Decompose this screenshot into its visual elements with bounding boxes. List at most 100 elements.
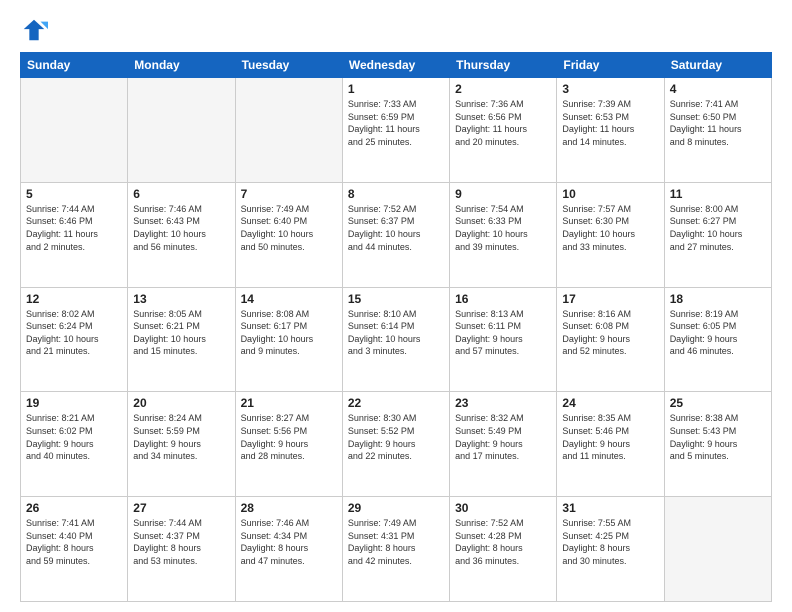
- day-number: 13: [133, 292, 229, 306]
- calendar-cell: 29 Sunrise: 7:49 AM Sunset: 4:31 PM Dayli…: [342, 497, 449, 602]
- day-info: Sunrise: 7:46 AM Sunset: 6:43 PM Dayligh…: [133, 203, 229, 253]
- day-number: 29: [348, 501, 444, 515]
- day-number: 30: [455, 501, 551, 515]
- calendar-cell: 31 Sunrise: 7:55 AM Sunset: 4:25 PM Dayli…: [557, 497, 664, 602]
- day-number: 28: [241, 501, 337, 515]
- calendar-cell: 28 Sunrise: 7:46 AM Sunset: 4:34 PM Dayli…: [235, 497, 342, 602]
- day-number: 4: [670, 82, 766, 96]
- calendar-cell: 21 Sunrise: 8:27 AM Sunset: 5:56 PM Dayli…: [235, 392, 342, 497]
- day-info: Sunrise: 7:49 AM Sunset: 4:31 PM Dayligh…: [348, 517, 444, 567]
- day-header-sunday: Sunday: [21, 53, 128, 78]
- day-number: 15: [348, 292, 444, 306]
- day-info: Sunrise: 7:44 AM Sunset: 4:37 PM Dayligh…: [133, 517, 229, 567]
- day-info: Sunrise: 7:54 AM Sunset: 6:33 PM Dayligh…: [455, 203, 551, 253]
- calendar-cell: 5Sunrise: 7:44 AM Sunset: 6:46 PM Daylig…: [21, 182, 128, 287]
- calendar-cell: 15 Sunrise: 8:10 AM Sunset: 6:14 PM Dayli…: [342, 287, 449, 392]
- calendar-cell: 26 Sunrise: 7:41 AM Sunset: 4:40 PM Dayli…: [21, 497, 128, 602]
- calendar-cell: 18 Sunrise: 8:19 AM Sunset: 6:05 PM Dayli…: [664, 287, 771, 392]
- calendar-cell: 24Sunrise: 8:35 AM Sunset: 5:46 PM Dayli…: [557, 392, 664, 497]
- calendar-week-3: 19Sunrise: 8:21 AM Sunset: 6:02 PM Dayli…: [21, 392, 772, 497]
- calendar-cell: [21, 78, 128, 183]
- day-info: Sunrise: 7:39 AM Sunset: 6:53 PM Dayligh…: [562, 98, 658, 148]
- calendar-cell: 13 Sunrise: 8:05 AM Sunset: 6:21 PM Dayli…: [128, 287, 235, 392]
- day-info: Sunrise: 8:10 AM Sunset: 6:14 PM Dayligh…: [348, 308, 444, 358]
- day-number: 16: [455, 292, 551, 306]
- page: SundayMondayTuesdayWednesdayThursdayFrid…: [0, 0, 792, 612]
- day-number: 25: [670, 396, 766, 410]
- calendar-cell: [128, 78, 235, 183]
- day-header-friday: Friday: [557, 53, 664, 78]
- day-number: 23: [455, 396, 551, 410]
- calendar-cell: 14Sunrise: 8:08 AM Sunset: 6:17 PM Dayli…: [235, 287, 342, 392]
- day-number: 6: [133, 187, 229, 201]
- calendar-cell: 9 Sunrise: 7:54 AM Sunset: 6:33 PM Daylig…: [450, 182, 557, 287]
- calendar-cell: 11Sunrise: 8:00 AM Sunset: 6:27 PM Dayli…: [664, 182, 771, 287]
- day-info: Sunrise: 8:21 AM Sunset: 6:02 PM Dayligh…: [26, 412, 122, 462]
- calendar-cell: 23 Sunrise: 8:32 AM Sunset: 5:49 PM Dayli…: [450, 392, 557, 497]
- day-number: 12: [26, 292, 122, 306]
- day-number: 10: [562, 187, 658, 201]
- calendar-week-4: 26 Sunrise: 7:41 AM Sunset: 4:40 PM Dayli…: [21, 497, 772, 602]
- calendar-cell: 1 Sunrise: 7:33 AM Sunset: 6:59 PM Daylig…: [342, 78, 449, 183]
- calendar-cell: 6 Sunrise: 7:46 AM Sunset: 6:43 PM Daylig…: [128, 182, 235, 287]
- day-header-saturday: Saturday: [664, 53, 771, 78]
- day-info: Sunrise: 8:13 AM Sunset: 6:11 PM Dayligh…: [455, 308, 551, 358]
- day-info: Sunrise: 8:30 AM Sunset: 5:52 PM Dayligh…: [348, 412, 444, 462]
- day-info: Sunrise: 8:19 AM Sunset: 6:05 PM Dayligh…: [670, 308, 766, 358]
- logo-area: [20, 16, 50, 44]
- calendar-cell: 27 Sunrise: 7:44 AM Sunset: 4:37 PM Dayli…: [128, 497, 235, 602]
- day-number: 9: [455, 187, 551, 201]
- calendar-cell: 7 Sunrise: 7:49 AM Sunset: 6:40 PM Daylig…: [235, 182, 342, 287]
- day-number: 26: [26, 501, 122, 515]
- day-info: Sunrise: 8:05 AM Sunset: 6:21 PM Dayligh…: [133, 308, 229, 358]
- day-info: Sunrise: 7:41 AM Sunset: 6:50 PM Dayligh…: [670, 98, 766, 148]
- day-number: 17: [562, 292, 658, 306]
- calendar-cell: 2 Sunrise: 7:36 AM Sunset: 6:56 PM Daylig…: [450, 78, 557, 183]
- day-number: 22: [348, 396, 444, 410]
- day-number: 5: [26, 187, 122, 201]
- calendar-cell: 16 Sunrise: 8:13 AM Sunset: 6:11 PM Dayli…: [450, 287, 557, 392]
- calendar-cell: 30Sunrise: 7:52 AM Sunset: 4:28 PM Dayli…: [450, 497, 557, 602]
- day-info: Sunrise: 8:38 AM Sunset: 5:43 PM Dayligh…: [670, 412, 766, 462]
- calendar-cell: 25 Sunrise: 8:38 AM Sunset: 5:43 PM Dayli…: [664, 392, 771, 497]
- day-number: 2: [455, 82, 551, 96]
- calendar-week-2: 12 Sunrise: 8:02 AM Sunset: 6:24 PM Dayli…: [21, 287, 772, 392]
- logo-icon: [20, 16, 48, 44]
- day-info: Sunrise: 8:00 AM Sunset: 6:27 PM Dayligh…: [670, 203, 766, 253]
- day-info: Sunrise: 8:35 AM Sunset: 5:46 PM Dayligh…: [562, 412, 658, 462]
- calendar-cell: [235, 78, 342, 183]
- day-info: Sunrise: 7:41 AM Sunset: 4:40 PM Dayligh…: [26, 517, 122, 567]
- calendar-cell: 22 Sunrise: 8:30 AM Sunset: 5:52 PM Dayli…: [342, 392, 449, 497]
- day-number: 7: [241, 187, 337, 201]
- day-info: Sunrise: 8:24 AM Sunset: 5:59 PM Dayligh…: [133, 412, 229, 462]
- day-number: 21: [241, 396, 337, 410]
- day-number: 20: [133, 396, 229, 410]
- day-info: Sunrise: 8:16 AM Sunset: 6:08 PM Dayligh…: [562, 308, 658, 358]
- calendar-cell: [664, 497, 771, 602]
- day-info: Sunrise: 8:32 AM Sunset: 5:49 PM Dayligh…: [455, 412, 551, 462]
- day-info: Sunrise: 7:52 AM Sunset: 6:37 PM Dayligh…: [348, 203, 444, 253]
- day-number: 14: [241, 292, 337, 306]
- calendar-header-row: SundayMondayTuesdayWednesdayThursdayFrid…: [21, 53, 772, 78]
- day-header-tuesday: Tuesday: [235, 53, 342, 78]
- calendar-week-0: 1 Sunrise: 7:33 AM Sunset: 6:59 PM Daylig…: [21, 78, 772, 183]
- day-number: 1: [348, 82, 444, 96]
- calendar-table: SundayMondayTuesdayWednesdayThursdayFrid…: [20, 52, 772, 602]
- day-number: 27: [133, 501, 229, 515]
- calendar-cell: 17 Sunrise: 8:16 AM Sunset: 6:08 PM Dayli…: [557, 287, 664, 392]
- day-info: Sunrise: 7:36 AM Sunset: 6:56 PM Dayligh…: [455, 98, 551, 148]
- day-info: Sunrise: 7:55 AM Sunset: 4:25 PM Dayligh…: [562, 517, 658, 567]
- day-header-thursday: Thursday: [450, 53, 557, 78]
- day-info: Sunrise: 7:57 AM Sunset: 6:30 PM Dayligh…: [562, 203, 658, 253]
- day-number: 31: [562, 501, 658, 515]
- day-info: Sunrise: 8:02 AM Sunset: 6:24 PM Dayligh…: [26, 308, 122, 358]
- day-info: Sunrise: 7:49 AM Sunset: 6:40 PM Dayligh…: [241, 203, 337, 253]
- day-info: Sunrise: 7:33 AM Sunset: 6:59 PM Dayligh…: [348, 98, 444, 148]
- calendar-week-1: 5Sunrise: 7:44 AM Sunset: 6:46 PM Daylig…: [21, 182, 772, 287]
- day-info: Sunrise: 8:27 AM Sunset: 5:56 PM Dayligh…: [241, 412, 337, 462]
- calendar-cell: 8Sunrise: 7:52 AM Sunset: 6:37 PM Daylig…: [342, 182, 449, 287]
- calendar-cell: 10 Sunrise: 7:57 AM Sunset: 6:30 PM Dayli…: [557, 182, 664, 287]
- day-info: Sunrise: 7:46 AM Sunset: 4:34 PM Dayligh…: [241, 517, 337, 567]
- day-number: 18: [670, 292, 766, 306]
- day-header-monday: Monday: [128, 53, 235, 78]
